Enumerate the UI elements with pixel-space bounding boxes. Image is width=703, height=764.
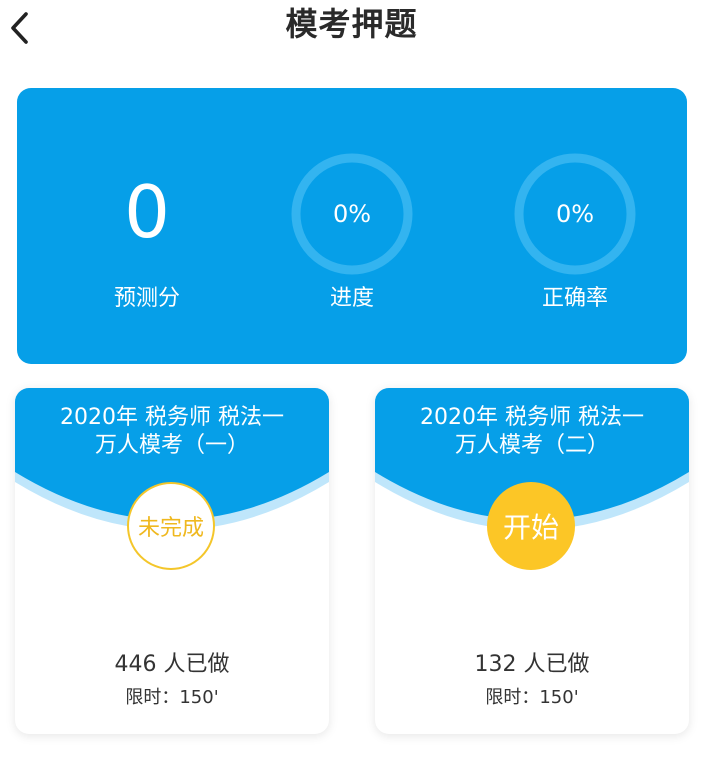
exam-card-2[interactable]: 2020年 税务师 税法一 万人模考（二） 开始 132 人已做 限时：150' [375,388,689,734]
exam-title-line2: 万人模考（二） [454,433,609,458]
time-limit: 限时：150' [125,687,219,708]
exam-card-1[interactable]: 2020年 税务师 税法一 万人模考（一） 未完成 446 人已做 限时：150… [15,388,329,734]
progress-ring: 0% [290,152,414,276]
done-count: 446 人已做 [114,652,230,677]
accuracy-label: 正确率 [541,286,608,311]
predicted-score-value: 0 [124,170,170,254]
stats-card: 0 预测分 0% 进度 0% 正确率 [17,88,687,364]
progress-value: 0% [332,200,372,228]
header: 模考押题 [0,0,703,54]
exam-title: 2020年 税务师 税法一 万人模考（一） [15,404,329,460]
accuracy-ring: 0% [513,152,637,276]
exam-title-line2: 万人模考（一） [94,433,249,458]
time-limit: 限时：150' [485,687,579,708]
exam-prediction-page: 模考押题 0 预测分 0% 进度 0% 正确率 2020年 税务师 税法一 万人… [0,0,703,764]
exam-title-line1: 2020年 税务师 税法一 [420,405,644,430]
progress-stat: 0% 进度 [272,88,432,364]
predicted-score-stat: 0 预测分 [67,88,227,364]
page-title: 模考押题 [285,5,418,43]
accuracy-stat: 0% 正确率 [495,88,655,364]
start-button[interactable]: 开始 [487,482,575,570]
status-incomplete-badge[interactable]: 未完成 [127,482,215,570]
exam-title: 2020年 税务师 税法一 万人模考（二） [375,404,689,460]
exam-title-line1: 2020年 税务师 税法一 [60,405,284,430]
progress-label: 进度 [329,286,374,311]
accuracy-value: 0% [555,200,595,228]
done-count: 132 人已做 [474,652,590,677]
predicted-score-label: 预测分 [113,286,180,311]
